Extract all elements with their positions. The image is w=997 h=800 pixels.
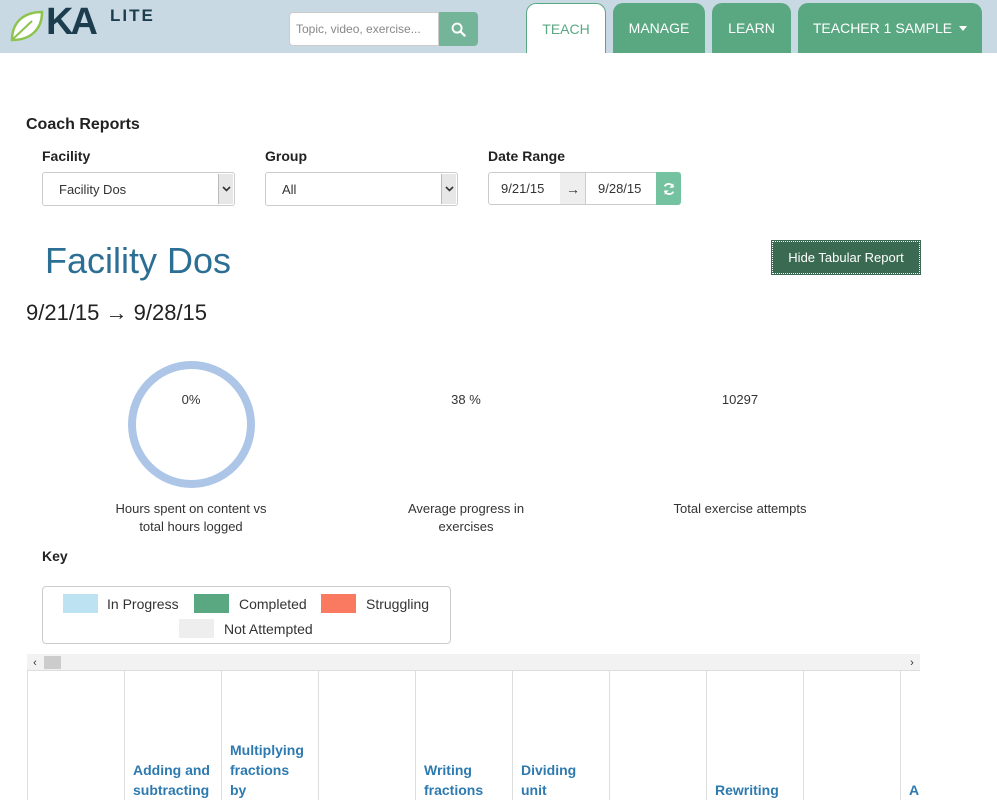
facility-select-value: Facility Dos [59,181,127,197]
table-column-header[interactable]: Adding and subtracting [125,671,222,800]
column-title-line: by [230,782,247,798]
nav-tab-learn-label: LEARN [728,20,775,36]
nav-tab-manage-label: MANAGE [628,20,690,36]
table-column-header[interactable]: Dividing unit [513,671,610,800]
chevron-down-icon [218,174,233,204]
table-column-header[interactable]: Multiplying fractions by [222,671,319,800]
in-progress-label: In Progress [107,596,179,612]
date-start-input[interactable]: 9/21/15 [488,172,561,205]
stat-hours-value: 0% [181,392,201,407]
column-title-line: Rewriting [715,782,779,798]
report-date-range: 9/21/15 → 9/28/15 [26,300,208,325]
hours-progress-ring [128,361,255,488]
facility-select[interactable]: Facility Dos [42,172,235,206]
chevron-down-icon [441,174,456,204]
search-button[interactable] [439,12,478,46]
group-select[interactable]: All [265,172,458,206]
key-title: Key [42,548,68,564]
logo-lite-text: LITE [110,6,155,25]
table-horizontal-scrollbar[interactable]: ‹ › [27,654,920,671]
date-range-label: Date Range [488,148,566,164]
stat-hours-caption-line2: total hours logged [139,519,243,534]
stat-progress-caption-line2: exercises [438,519,494,534]
leaf-icon [10,10,44,42]
page-heading: Coach Reports [26,116,140,133]
refresh-button[interactable] [656,172,681,205]
table-column-header[interactable]: Rewriting [707,671,804,800]
logo-ka-text: KA [46,1,98,43]
user-menu-dropdown[interactable]: TEACHER 1 SAMPLE [798,3,982,53]
refresh-icon [663,182,674,195]
not-attempted-swatch [179,619,214,638]
column-title-line: fractions [424,782,484,798]
stat-progress-caption-line1: Average progress in [407,501,525,516]
group-select-value: All [282,181,297,197]
column-title-line: A [909,782,920,798]
report-table: Adding and subtracting Multiplying fract… [27,671,920,800]
scroll-right-icon[interactable]: › [905,654,919,671]
report-title: Facility Dos [45,240,232,281]
user-menu-label: TEACHER 1 SAMPLE [812,20,953,36]
caret-down-icon [959,25,968,31]
column-title-line: unit [521,782,547,798]
nav-tab-teach[interactable]: TEACH [526,3,606,53]
not-attempted-label: Not Attempted [224,621,313,637]
nav-tab-teach-label: TEACH [542,20,590,37]
date-end-value: 9/28/15 [598,181,642,196]
stat-attempts-caption-line1: Total exercise attempts [673,501,807,516]
search-icon [451,22,466,37]
date-start-value: 9/21/15 [501,181,545,196]
key-legend: In Progress Completed Struggling Not Att… [42,586,451,644]
nav-tab-learn[interactable]: LEARN [712,3,791,53]
stat-progress-value: 38 % [451,392,481,407]
struggling-swatch [321,594,356,613]
date-end-input[interactable]: 9/28/15 [585,172,657,205]
stat-hours-caption: Hours spent on content vs total hours lo… [91,500,291,536]
ka-lite-logo[interactable]: KA LITE [10,1,160,44]
column-title-line: fractions [230,762,290,778]
hide-tabular-report-button[interactable]: Hide Tabular Report [771,240,921,275]
table-column-header[interactable] [610,671,707,800]
struggling-label: Struggling [366,596,430,612]
stat-hours-caption-line1: Hours spent on content vs [115,501,267,516]
column-title-line: Multiplying [230,742,304,758]
stat-progress-caption: Average progress in exercises [366,500,566,536]
scroll-left-icon[interactable]: ‹ [28,654,42,671]
date-range-arrow: → [560,172,586,205]
table-column-header[interactable] [319,671,416,800]
completed-swatch [194,594,229,613]
in-progress-swatch [63,594,98,613]
top-navbar: KA LITE TEACH MANAGE LEARN TEACHER 1 SAM… [0,0,997,53]
completed-label: Completed [239,596,307,612]
table-column-header[interactable]: Writing fractions [416,671,513,800]
table-column-header [28,671,125,800]
nav-tab-manage[interactable]: MANAGE [613,3,705,53]
stat-attempts-value: 10297 [721,392,759,407]
search-input[interactable] [289,12,439,46]
column-title-line: Adding and [133,762,210,778]
column-title-line: subtracting [133,782,210,798]
table-column-header[interactable]: A [901,671,921,800]
table-column-header[interactable] [804,671,901,800]
group-label: Group [265,148,307,164]
column-title-line: Writing [424,762,472,778]
facility-label: Facility [42,148,91,164]
scrollbar-thumb[interactable] [44,656,61,669]
date-arrow-text: → [566,180,580,197]
stat-attempts-caption: Total exercise attempts [640,500,840,518]
column-title-line: Dividing [521,762,577,778]
